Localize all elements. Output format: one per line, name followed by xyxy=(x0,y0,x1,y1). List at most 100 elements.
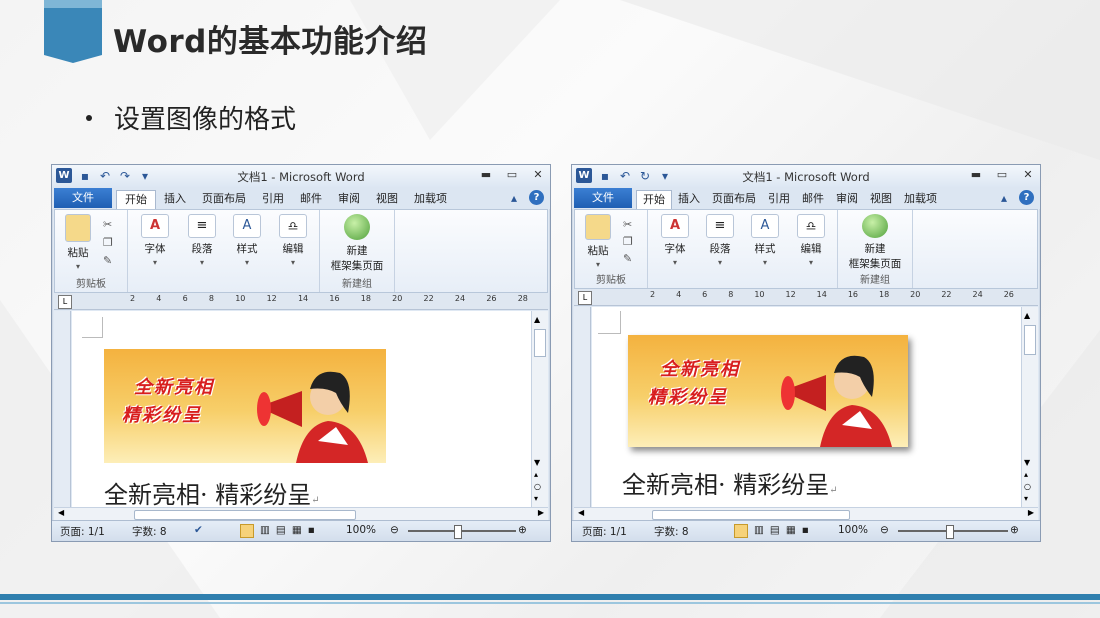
editing-button[interactable]: ♎ 编辑 ▾ xyxy=(795,214,827,268)
new-btn-line1: 新建 xyxy=(346,245,368,257)
image-text-line1: 全新亮相 xyxy=(134,377,214,398)
tab-addins[interactable]: 加载项 xyxy=(898,190,943,208)
new-frameset-button[interactable]: 新建 框架集页面 xyxy=(322,214,392,273)
paragraph-button[interactable]: ≡ 段落 ▾ xyxy=(185,214,219,268)
help-icon[interactable]: ? xyxy=(1019,190,1034,205)
paragraph-button[interactable]: ≡ 段落 ▾ xyxy=(703,214,737,268)
horizontal-scrollbar[interactable]: ◀ ▶ xyxy=(54,507,548,520)
zoom-slider[interactable] xyxy=(408,530,516,532)
scroll-up-icon[interactable]: ▲ xyxy=(1024,311,1030,320)
format-painter-icon[interactable]: ✎ xyxy=(623,250,633,267)
tab-file[interactable]: 文件 xyxy=(574,188,632,208)
paste-button[interactable]: 粘贴 ▾ xyxy=(581,214,615,270)
print-layout-icon xyxy=(240,524,254,538)
proofing-icon[interactable]: ✔ xyxy=(194,524,203,536)
close-icon[interactable]: ✕ xyxy=(530,168,546,182)
tab-review[interactable]: 审阅 xyxy=(330,190,368,208)
document-text[interactable]: 全新亮相· 精彩纷呈↵ xyxy=(622,465,838,500)
collapse-ribbon-icon[interactable]: ▴ xyxy=(507,191,521,205)
vertical-scrollbar[interactable]: ▲ ▼ ▴ ○ ▾ xyxy=(1021,307,1038,507)
page-count[interactable]: 页面: 1/1 xyxy=(60,524,105,539)
word-count[interactable]: 字数: 8 xyxy=(132,524,167,539)
page-count[interactable]: 页面: 1/1 xyxy=(582,524,627,539)
paste-icon xyxy=(585,214,611,240)
collapse-ribbon-icon[interactable]: ▴ xyxy=(997,191,1011,205)
format-painter-icon[interactable]: ✎ xyxy=(103,252,113,270)
scroll-up-icon[interactable]: ▲ xyxy=(534,315,540,324)
maximize-icon[interactable]: ▭ xyxy=(994,168,1010,182)
hscroll-thumb[interactable] xyxy=(652,510,850,520)
zoom-out-icon[interactable]: ⊖ xyxy=(390,524,399,536)
tab-review[interactable]: 审阅 xyxy=(830,190,864,208)
tab-insert[interactable]: 插入 xyxy=(672,190,706,208)
minimize-icon[interactable]: ▬ xyxy=(968,168,984,182)
cut-icon[interactable]: ✂ xyxy=(103,216,113,234)
help-icon[interactable]: ? xyxy=(529,190,544,205)
ribbon-tabs: 文件 开始 插入 页面布局 引用 邮件 审阅 视图 加载项 ▴ ? xyxy=(572,187,1040,209)
word-count[interactable]: 字数: 8 xyxy=(654,524,689,539)
document-text[interactable]: 全新亮相· 精彩纷呈↵ xyxy=(104,475,320,507)
copy-icon[interactable]: ❐ xyxy=(623,233,633,250)
editing-button[interactable]: ♎ 编辑 ▾ xyxy=(277,214,309,268)
tab-home[interactable]: 开始 xyxy=(636,190,672,209)
zoom-slider-thumb[interactable] xyxy=(946,525,954,539)
zoom-level[interactable]: 100% xyxy=(838,524,868,536)
close-icon[interactable]: ✕ xyxy=(1020,168,1036,182)
styles-button[interactable]: A 样式 ▾ xyxy=(749,214,781,268)
document-page[interactable]: 全新亮相 精彩纷呈 全新亮相· 精彩纷呈↵ xyxy=(592,307,1022,507)
tab-home[interactable]: 开始 xyxy=(116,190,156,209)
tab-file[interactable]: 文件 xyxy=(54,188,112,208)
tab-mailings[interactable]: 邮件 xyxy=(292,190,330,208)
hscroll-thumb[interactable] xyxy=(134,510,356,520)
tab-selector-icon[interactable]: L xyxy=(578,291,592,305)
maximize-icon[interactable]: ▭ xyxy=(504,168,520,182)
copy-icon[interactable]: ❐ xyxy=(103,234,113,252)
scroll-nav-icons[interactable]: ▼ ▴ ○ ▾ xyxy=(1024,457,1031,505)
vertical-ruler[interactable] xyxy=(574,307,591,507)
tab-view[interactable]: 视图 xyxy=(368,190,406,208)
tab-view[interactable]: 视图 xyxy=(864,190,898,208)
tab-references[interactable]: 引用 xyxy=(254,190,292,208)
minimize-icon[interactable]: ▬ xyxy=(478,168,494,182)
scroll-left-icon[interactable]: ◀ xyxy=(58,508,64,517)
tab-insert[interactable]: 插入 xyxy=(156,190,194,208)
font-button[interactable]: A 字体 ▾ xyxy=(139,214,171,268)
zoom-slider-thumb[interactable] xyxy=(454,525,462,539)
scroll-right-icon[interactable]: ▶ xyxy=(1028,508,1034,517)
horizontal-ruler[interactable]: L 2 4 6 8 10 12 14 16 18 20 22 24 26 xyxy=(574,289,1038,306)
group-clipboard: 粘贴 ▾ ✂ ❐ ✎ 剪贴板 xyxy=(575,210,648,288)
zoom-level[interactable]: 100% xyxy=(346,524,376,536)
tab-selector-icon[interactable]: L xyxy=(58,295,72,309)
scroll-right-icon[interactable]: ▶ xyxy=(538,508,544,517)
font-button[interactable]: A 字体 ▾ xyxy=(659,214,691,268)
font-icon: A xyxy=(661,214,689,238)
view-buttons[interactable]: ▥ ▤ ▦ ▪ xyxy=(240,524,315,538)
vertical-ruler[interactable] xyxy=(54,311,71,507)
paste-button[interactable]: 粘贴 ▾ xyxy=(61,214,95,272)
tab-mailings[interactable]: 邮件 xyxy=(796,190,830,208)
scroll-thumb[interactable] xyxy=(1024,325,1036,355)
zoom-in-icon[interactable]: ⊕ xyxy=(1010,524,1019,536)
scroll-left-icon[interactable]: ◀ xyxy=(578,508,584,517)
cut-icon[interactable]: ✂ xyxy=(623,216,633,233)
inserted-image[interactable]: 全新亮相 精彩纷呈 xyxy=(104,349,386,463)
styles-button[interactable]: A 样式 ▾ xyxy=(231,214,263,268)
window-title: 文档1 - Microsoft Word xyxy=(237,170,365,184)
document-page[interactable]: 全新亮相 精彩纷呈 全新亮相· 精彩纷呈↵ xyxy=(72,311,532,507)
horizontal-scrollbar[interactable]: ◀ ▶ xyxy=(574,507,1038,520)
horizontal-ruler[interactable]: L 2 4 6 8 10 12 14 16 18 20 22 24 26 28 xyxy=(54,293,548,310)
scroll-nav-icons[interactable]: ▼ ▴ ○ ▾ xyxy=(534,457,541,505)
vertical-scrollbar[interactable]: ▲ ▼ ▴ ○ ▾ xyxy=(531,311,548,507)
tab-page-layout[interactable]: 页面布局 xyxy=(194,190,254,208)
tab-references[interactable]: 引用 xyxy=(762,190,796,208)
zoom-out-icon[interactable]: ⊖ xyxy=(880,524,889,536)
tab-addins[interactable]: 加载项 xyxy=(406,190,455,208)
status-bar: 页面: 1/1 字数: 8 ▥ ▤ ▦ ▪ 100% ⊖ ⊕ xyxy=(572,520,1040,541)
zoom-in-icon[interactable]: ⊕ xyxy=(518,524,527,536)
tab-page-layout[interactable]: 页面布局 xyxy=(706,190,762,208)
inserted-image-with-shadow[interactable]: 全新亮相 精彩纷呈 xyxy=(628,335,908,447)
footer-accent-bar xyxy=(0,594,1100,600)
new-frameset-button[interactable]: 新建 框架集页面 xyxy=(840,214,910,271)
scroll-thumb[interactable] xyxy=(534,329,546,357)
view-buttons[interactable]: ▥ ▤ ▦ ▪ xyxy=(734,524,809,538)
